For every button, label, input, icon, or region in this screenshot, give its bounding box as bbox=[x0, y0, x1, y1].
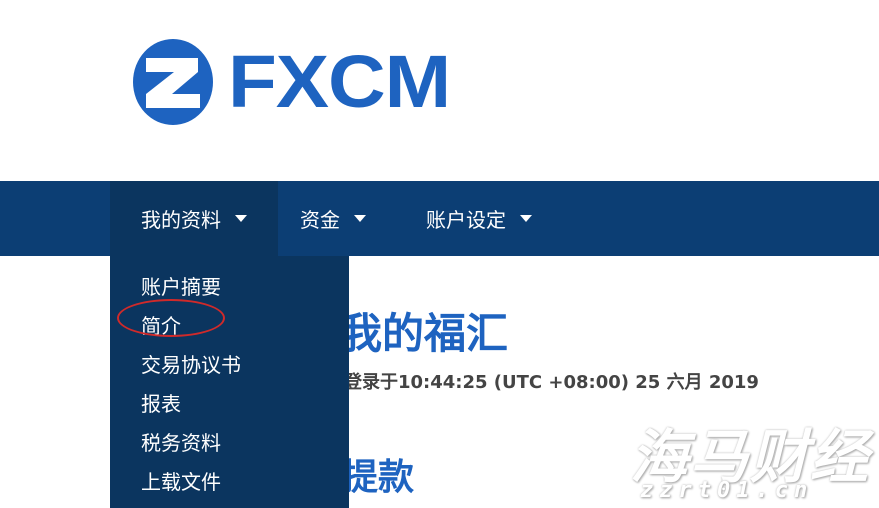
fxcm-logo[interactable]: FXCM bbox=[132, 38, 451, 126]
section-title-withdraw: 提款 bbox=[342, 457, 415, 498]
menu-item-upload-files[interactable]: 上载文件 bbox=[141, 466, 221, 495]
nav-item-my-profile[interactable]: 我的资料 bbox=[110, 181, 278, 256]
menu-item-tax-info[interactable]: 税务资料 bbox=[141, 427, 221, 456]
nav-label: 资金 bbox=[300, 208, 340, 232]
nav-label: 我的资料 bbox=[141, 208, 221, 232]
watermark-url: zzrt01.cn bbox=[640, 478, 814, 503]
page-title: 我的福汇 bbox=[340, 309, 509, 358]
nav-item-funds[interactable]: 资金 bbox=[300, 181, 366, 256]
caret-down-icon bbox=[520, 215, 532, 222]
nav-item-account-settings[interactable]: 账户设定 bbox=[426, 181, 532, 256]
fxcm-logo-mark-icon bbox=[133, 39, 213, 125]
main-navbar: 我的资料 资金 账户设定 bbox=[0, 181, 879, 256]
dropdown-menu-my-profile: 账户摘要 简介 交易协议书 报表 税务资料 上载文件 bbox=[110, 256, 349, 508]
nav-label: 账户设定 bbox=[426, 208, 506, 232]
menu-item-trading-agreement[interactable]: 交易协议书 bbox=[141, 349, 241, 378]
login-timestamp: 登录于10:44:25 (UTC +08:00) 25 六月 2019 bbox=[344, 372, 759, 393]
menu-item-account-summary[interactable]: 账户摘要 bbox=[141, 271, 221, 300]
caret-down-icon bbox=[354, 215, 366, 222]
caret-down-icon bbox=[235, 215, 247, 222]
logo-text: FXCM bbox=[228, 40, 451, 123]
menu-item-reports[interactable]: 报表 bbox=[141, 388, 181, 417]
annotation-ellipse bbox=[117, 299, 225, 337]
